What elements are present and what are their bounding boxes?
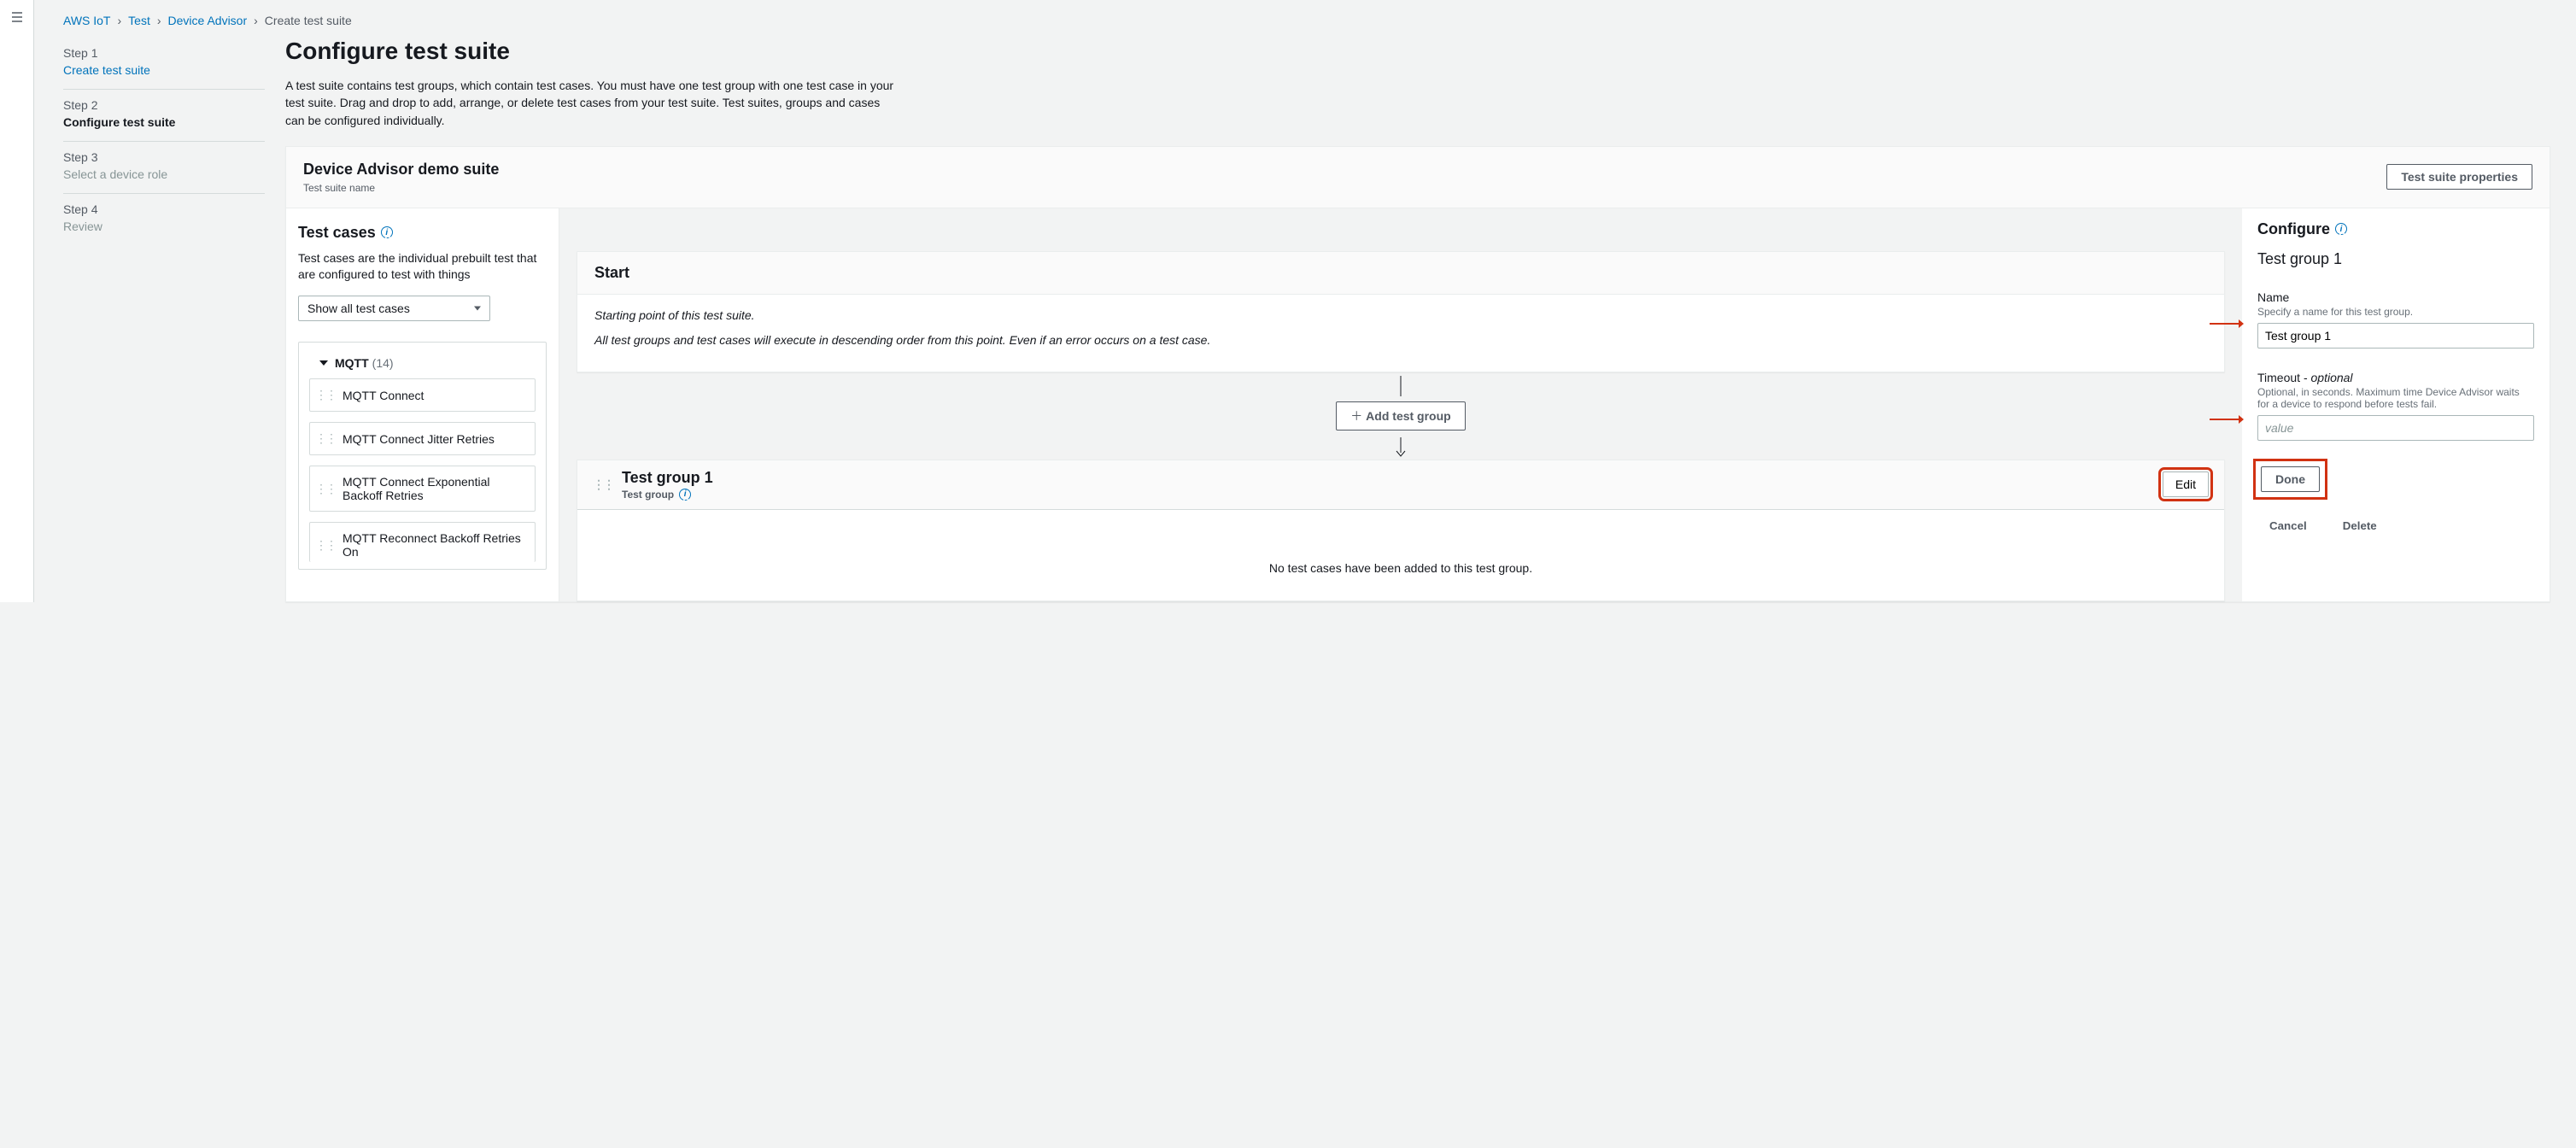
main-content: Configure test suite A test suite contai… [285,38,2576,602]
add-test-group-button[interactable]: ＋ Add test group [1336,401,1465,430]
delete-button[interactable]: Delete [2331,514,2389,537]
suite-name: Device Advisor demo suite [303,161,499,179]
name-hint: Specify a name for this test group. [2257,306,2534,318]
wizard-step-1[interactable]: Step 1 Create test suite [63,38,265,90]
drag-handle-icon: ⋮⋮ [315,431,336,446]
name-form-group: Name Specify a name for this test group. [2257,290,2534,348]
edit-test-group-button[interactable]: Edit [2163,472,2209,497]
flow-arrow-down-icon [577,434,2225,460]
three-column-layout: Test cases i Test cases are the individu… [286,208,2550,601]
drag-handle-icon: ⋮⋮ [315,388,336,402]
wizard-step-3: Step 3 Select a device role [63,142,265,194]
wizard-nav: Step 1 Create test suite Step 2 Configur… [63,38,285,602]
start-box: Start Starting point of this test suite.… [577,251,2225,372]
flow-arrow-icon [577,372,2225,398]
timeout-hint: Optional, in seconds. Maximum time Devic… [2257,386,2534,410]
test-cases-title: Test cases i [298,224,547,242]
wizard-step-2: Step 2 Configure test suite [63,90,265,142]
info-icon[interactable]: i [381,226,393,238]
suite-panel: Device Advisor demo suite Test suite nam… [285,146,2550,602]
wizard-step-4: Step 4 Review [63,194,265,245]
info-icon[interactable]: i [679,489,691,501]
test-group-box: ⋮⋮ Test group 1 Test group i [577,460,2225,601]
drag-handle-icon: ⋮⋮ [315,538,336,553]
cancel-button[interactable]: Cancel [2257,514,2319,537]
name-label: Name [2257,290,2534,304]
test-cases-panel: Test cases i Test cases are the individu… [286,208,559,601]
test-case-item[interactable]: ⋮⋮ MQTT Connect Exponential Backoff Retr… [309,466,536,512]
suite-name-label: Test suite name [303,182,499,194]
test-case-group-toggle[interactable]: MQTT (14) [309,353,536,378]
chevron-right-icon: › [118,14,122,27]
drag-handle-icon: ⋮⋮ [315,482,336,496]
test-case-group-mqtt: MQTT (14) ⋮⋮ MQTT Connect ⋮⋮ MQTT Connec… [298,342,547,570]
test-case-item[interactable]: ⋮⋮ MQTT Connect Jitter Retries [309,422,536,455]
test-suite-properties-button[interactable]: Test suite properties [2386,164,2532,190]
breadcrumb-current: Create test suite [265,14,352,27]
breadcrumb: AWS IoT › Test › Device Advisor › Create… [34,0,2576,38]
start-description-2: All test groups and test cases will exec… [594,331,2207,349]
flow-panel: Start Starting point of this test suite.… [577,208,2225,601]
page-title: Configure test suite [285,38,2550,65]
suite-header: Device Advisor demo suite Test suite nam… [286,147,2550,208]
name-input[interactable] [2257,323,2534,348]
configure-subject: Test group 1 [2257,250,2534,268]
test-case-item[interactable]: ⋮⋮ MQTT Connect [309,378,536,412]
timeout-label: Timeout - optional [2257,371,2534,384]
chevron-right-icon: › [254,14,258,27]
test-group-subtitle: Test group [622,489,674,501]
test-case-item[interactable]: ⋮⋮ MQTT Reconnect Backoff Retries On [309,522,536,562]
info-icon[interactable]: i [2335,223,2347,235]
drag-handle-icon[interactable]: ⋮⋮ [593,477,613,492]
main-area: AWS IoT › Test › Device Advisor › Create… [34,0,2576,602]
test-group-title: Test group 1 [622,469,713,487]
configure-panel: Configure i Test group 1 Name Specify a … [2242,208,2550,601]
breadcrumb-link-aws-iot[interactable]: AWS IoT [63,14,111,27]
page-description: A test suite contains test groups, which… [285,77,900,129]
timeout-form-group: Timeout - optional Optional, in seconds.… [2257,371,2534,441]
configure-title: Configure i [2257,220,2534,238]
done-button[interactable]: Done [2261,466,2320,492]
annotation-arrow-icon [2210,413,2244,425]
test-cases-description: Test cases are the individual prebuilt t… [298,250,547,284]
test-cases-filter-select[interactable]: Show all test cases [298,296,490,321]
chevron-right-icon: › [157,14,161,27]
breadcrumb-link-test[interactable]: Test [128,14,150,27]
start-description-1: Starting point of this test suite. [594,307,2207,325]
test-group-empty-message: No test cases have been added to this te… [577,510,2224,600]
start-title: Start [577,252,2224,295]
plus-icon: ＋ [1350,409,1366,423]
breadcrumb-link-device-advisor[interactable]: Device Advisor [168,14,248,27]
annotation-arrow-icon [2210,318,2244,330]
hamburger-menu[interactable] [0,0,34,602]
menu-icon [10,10,24,24]
caret-down-icon [319,360,328,366]
timeout-input[interactable] [2257,415,2534,441]
